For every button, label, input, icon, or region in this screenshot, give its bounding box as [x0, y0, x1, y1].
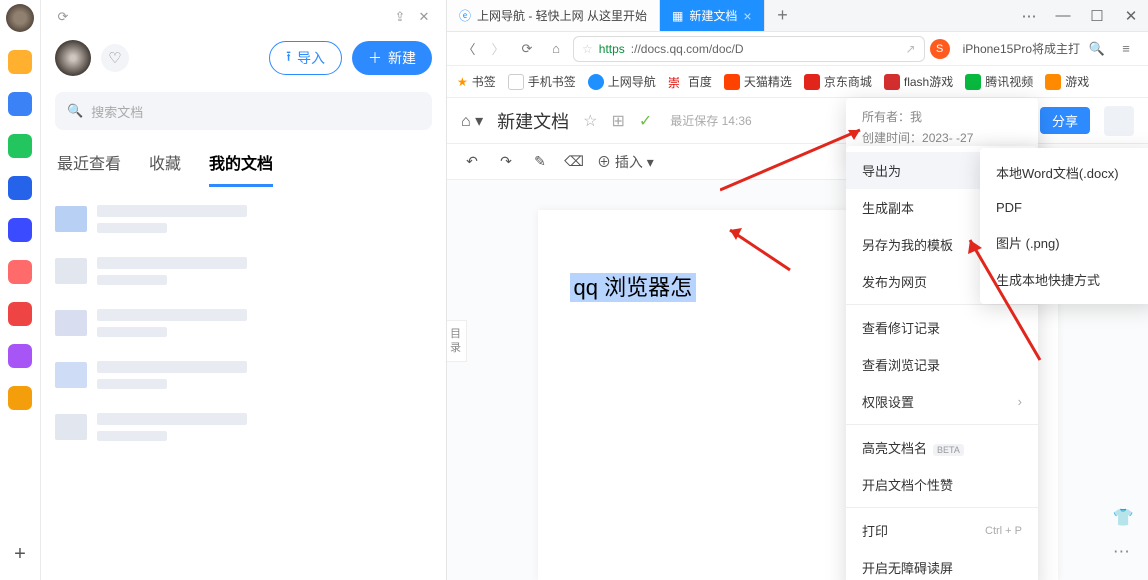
tshirt-icon[interactable]: 👕: [1113, 508, 1134, 528]
bookmarks-bar: ★书签 手机书签 上网导航 崇百度 天猫精选 京东商城 flash游戏 腾讯视频…: [447, 66, 1148, 98]
bookmark-item[interactable]: 崇百度: [668, 73, 712, 90]
back-icon[interactable]: 〈: [457, 39, 481, 58]
browser-tab[interactable]: ⓔ 上网导航 - 轻快上网 从这里开始: [447, 0, 660, 31]
submenu-pdf[interactable]: PDF: [980, 191, 1148, 224]
url-input[interactable]: ☆ https ://docs.qq.com/doc/D ↗: [573, 36, 925, 62]
search-placeholder: 搜索文档: [91, 102, 143, 121]
rail-icon-2[interactable]: [8, 92, 32, 116]
bookmark-item[interactable]: 游戏: [1045, 73, 1089, 90]
doc-home-icon[interactable]: ⌂ ▾: [461, 111, 483, 131]
open-external-icon[interactable]: ↗: [906, 42, 916, 56]
close-window-icon[interactable]: ✕: [1114, 7, 1148, 25]
home-icon[interactable]: ⌂: [544, 41, 568, 56]
rail-icon-1[interactable]: [8, 50, 32, 74]
tab-fav[interactable]: 收藏: [149, 144, 181, 187]
url-rest: ://docs.qq.com/doc/D: [631, 42, 744, 56]
search-input[interactable]: 🔍 搜索文档: [55, 92, 432, 130]
left-topbar: ⟳ ⇪ ✕: [41, 0, 446, 34]
rail-icon-6[interactable]: [8, 260, 32, 284]
new-label: 新建: [388, 48, 416, 68]
menu-perm[interactable]: 权限设置: [846, 383, 1038, 420]
news-ticker[interactable]: iPhone15Pro将成主打: [963, 40, 1080, 57]
browser-tabstrip: ⓔ 上网导航 - 轻快上网 从这里开始 ▦ 新建文档 × + ⋯ ― ☐ ✕: [447, 0, 1148, 32]
bookmark-item[interactable]: 腾讯视频: [965, 73, 1033, 90]
url-protocol: https: [599, 42, 625, 56]
redo-icon[interactable]: ↷: [495, 153, 517, 170]
list-item[interactable]: [51, 401, 436, 453]
menu-like[interactable]: 开启文档个性赞: [846, 466, 1038, 503]
bell-icon[interactable]: ♡: [101, 44, 129, 72]
account-avatar-small[interactable]: [6, 4, 34, 32]
bookmark-item[interactable]: 上网导航: [588, 73, 656, 90]
maximize-icon[interactable]: ☐: [1080, 7, 1114, 25]
rail-add[interactable]: +: [14, 543, 26, 566]
more-icon[interactable]: ⋯: [1012, 7, 1046, 25]
rail-icon-3[interactable]: [8, 134, 32, 158]
selected-text: qq 浏览器怎: [570, 273, 697, 302]
new-button[interactable]: ＋ 新建: [352, 41, 432, 75]
burger-icon[interactable]: ≡: [1114, 41, 1138, 56]
list-item[interactable]: [51, 349, 436, 401]
rail-icon-5[interactable]: [8, 218, 32, 242]
address-bar: 〈 〉 ⟳ ⌂ ☆ https ://docs.qq.com/doc/D ↗ S…: [447, 32, 1148, 66]
more-icon[interactable]: ⋯: [1113, 542, 1134, 562]
tab-label: 上网导航 - 轻快上网 从这里开始: [477, 7, 647, 24]
tab-recent[interactable]: 最近查看: [57, 144, 121, 187]
rail-icon-8[interactable]: [8, 344, 32, 368]
undo-icon[interactable]: ↶: [461, 153, 483, 170]
forward-icon[interactable]: 〉: [486, 39, 510, 58]
browser-tab-active[interactable]: ▦ 新建文档 ×: [660, 0, 765, 31]
list-item[interactable]: [51, 245, 436, 297]
search-icon[interactable]: 🔍: [1085, 41, 1109, 57]
doc-list: [41, 187, 446, 459]
bookmark-item[interactable]: 手机书签: [508, 73, 576, 90]
star-outline-icon[interactable]: ☆: [583, 111, 597, 131]
format-paint-icon[interactable]: ✎: [529, 153, 551, 170]
sync-icon: ✓: [639, 111, 652, 131]
doc-tabs: 最近查看 收藏 我的文档: [41, 140, 446, 187]
menu-print[interactable]: 打印Ctrl + P: [846, 512, 1038, 549]
rail-icon-7[interactable]: [8, 302, 32, 326]
reload-icon[interactable]: ⟳: [515, 41, 539, 57]
new-tab-button[interactable]: +: [765, 0, 801, 31]
pin-icon[interactable]: ⇪: [388, 9, 412, 25]
refresh-icon[interactable]: ⟳: [51, 9, 75, 25]
submenu-docx[interactable]: 本地Word文档(.docx): [980, 154, 1148, 191]
window-controls: ⋯ ― ☐ ✕: [1012, 0, 1148, 31]
list-item[interactable]: [51, 297, 436, 349]
import-label: 导入: [297, 48, 325, 68]
bookmark-item[interactable]: ★书签: [457, 73, 496, 90]
outline-tab[interactable]: 目录: [447, 320, 467, 362]
plus-icon: ＋: [368, 48, 382, 68]
doc-icon: ▦: [672, 9, 683, 23]
rail-icon-4[interactable]: [8, 176, 32, 200]
close-tab-icon[interactable]: ×: [743, 8, 751, 24]
minimize-icon[interactable]: ―: [1046, 7, 1080, 24]
bookmark-item[interactable]: 天猫精选: [724, 73, 792, 90]
clear-format-icon[interactable]: ⌫: [563, 153, 585, 170]
insert-button[interactable]: ⊕ 插入 ▾: [597, 152, 654, 172]
ie-icon: ⓔ: [459, 7, 471, 24]
menu-a11y[interactable]: 开启无障碍读屏: [846, 549, 1038, 580]
user-avatar[interactable]: [1104, 106, 1134, 136]
add-box-icon[interactable]: ⊞: [611, 111, 624, 131]
search-icon: 🔍: [67, 103, 83, 119]
tab-mydocs[interactable]: 我的文档: [209, 144, 273, 187]
bookmark-item[interactable]: flash游戏: [884, 73, 953, 90]
sogou-icon[interactable]: S: [930, 39, 950, 59]
tab-label: 新建文档: [689, 7, 737, 24]
doc-name[interactable]: 新建文档: [497, 108, 569, 134]
rail-icon-9[interactable]: [8, 386, 32, 410]
upload-icon: ⭱: [286, 46, 291, 70]
float-actions: 👕 ⋯: [1113, 508, 1134, 562]
share-button[interactable]: 分享: [1040, 107, 1090, 134]
import-button[interactable]: ⭱ 导入: [269, 41, 342, 75]
left-rail: +: [0, 0, 40, 580]
star-icon[interactable]: ☆: [582, 42, 593, 56]
bookmark-item[interactable]: 京东商城: [804, 73, 872, 90]
menu-highlight[interactable]: 高亮文档名BETA: [846, 429, 1038, 466]
avatar[interactable]: [55, 40, 91, 76]
close-icon[interactable]: ✕: [412, 9, 436, 25]
list-item[interactable]: [51, 193, 436, 245]
